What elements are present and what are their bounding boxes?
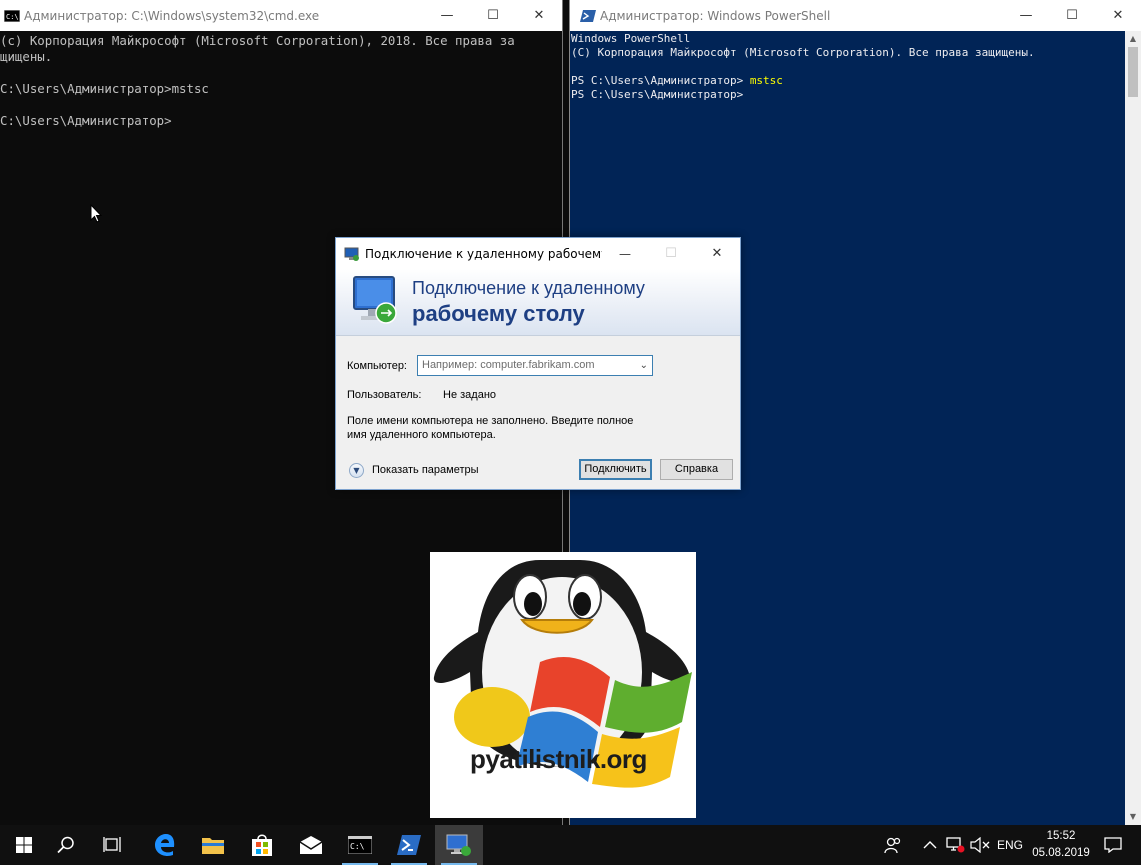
show-options-link[interactable]: Показать параметры bbox=[372, 464, 479, 476]
rdp-banner-line1: Подключение к удаленному bbox=[412, 278, 645, 298]
mouse-cursor-icon bbox=[90, 204, 102, 223]
powershell-taskbar-button[interactable] bbox=[385, 825, 433, 865]
cmd-close-button[interactable]: ✕ bbox=[516, 0, 562, 31]
remote-desktop-dialog[interactable]: Подключение к удаленному рабочему с... —… bbox=[335, 237, 741, 490]
scroll-up-icon[interactable]: ▲ bbox=[1125, 31, 1141, 47]
volume-muted-icon bbox=[970, 837, 990, 853]
user-value: Не задано bbox=[443, 389, 497, 401]
cmd-line: C:\Users\Администратор> bbox=[0, 113, 172, 128]
chevron-up-icon bbox=[923, 841, 937, 849]
help-button[interactable]: Справка bbox=[660, 459, 733, 480]
powershell-maximize-button[interactable]: ☐ bbox=[1049, 0, 1095, 31]
cmd-line: щищены. bbox=[0, 49, 53, 64]
volume-button[interactable] bbox=[970, 825, 990, 865]
powershell-titlebar[interactable]: Администратор: Windows PowerShell — ☐ ✕ bbox=[570, 0, 1141, 31]
clock-time: 15:52 bbox=[1046, 830, 1076, 842]
rdp-monitor-icon bbox=[353, 276, 397, 324]
network-icon bbox=[946, 837, 965, 853]
connect-button[interactable]: Подключить bbox=[579, 459, 652, 480]
rdp-banner: Подключение к удаленному рабочему столу bbox=[336, 269, 740, 336]
ps-prompt: PS C:\Users\Администратор> bbox=[571, 74, 750, 87]
rdp-title: Подключение к удаленному рабочему с... bbox=[365, 246, 602, 261]
cmd-line bbox=[0, 97, 550, 113]
ps-line bbox=[571, 60, 1125, 74]
search-button[interactable] bbox=[42, 825, 90, 865]
language-indicator[interactable]: ENG bbox=[997, 825, 1023, 865]
cmd-icon: C:\ bbox=[348, 836, 372, 854]
powershell-title: Администратор: Windows PowerShell bbox=[600, 8, 831, 23]
cmd-line bbox=[0, 65, 550, 81]
ps-line: PS C:\Users\Администратор> bbox=[571, 88, 744, 101]
store-icon bbox=[252, 834, 272, 856]
powershell-icon bbox=[397, 835, 421, 855]
scroll-thumb[interactable] bbox=[1128, 47, 1138, 97]
mail-icon bbox=[299, 836, 323, 854]
powershell-scrollbar[interactable]: ▲ ▼ bbox=[1125, 31, 1141, 825]
start-icon bbox=[16, 837, 32, 853]
cmd-minimize-button[interactable]: — bbox=[424, 0, 470, 31]
chevron-down-icon[interactable]: ⌄ bbox=[640, 356, 648, 375]
file-explorer-icon bbox=[202, 838, 224, 854]
rdp-banner-line2: рабочему столу bbox=[412, 301, 585, 326]
powershell-minimize-button[interactable]: — bbox=[1003, 0, 1049, 31]
file-explorer-button[interactable] bbox=[189, 825, 237, 865]
rdp-titlebar[interactable]: Подключение к удаленному рабочему с... —… bbox=[336, 238, 740, 269]
scroll-down-icon[interactable]: ▼ bbox=[1125, 809, 1141, 825]
clock[interactable]: 15:52 05.08.2019 bbox=[1028, 828, 1094, 862]
cmd-titlebar[interactable]: C:\ Администратор: C:\Windows\system32\c… bbox=[0, 0, 562, 31]
remote-desktop-icon bbox=[344, 247, 359, 261]
powershell-icon bbox=[580, 9, 596, 22]
network-button[interactable] bbox=[945, 825, 965, 865]
taskbar: C:\ ENG 15:52 05.08.2019 bbox=[0, 825, 1141, 865]
ps-line: (C) Корпорация Майкрософт (Microsoft Cor… bbox=[571, 46, 1035, 59]
show-options-chevron-icon[interactable]: ▼ bbox=[349, 463, 364, 478]
ps-line: Windows PowerShell bbox=[571, 32, 691, 45]
pyatilistnik-logo: pyatilistnik.org bbox=[430, 552, 696, 818]
start-button[interactable] bbox=[0, 825, 48, 865]
powershell-close-button[interactable]: ✕ bbox=[1095, 0, 1141, 31]
rdp-maximize-button: ☐ bbox=[665, 246, 677, 261]
rdp-minimize-button[interactable]: — bbox=[602, 238, 648, 269]
cmd-line: (c) Корпорация Майкрософт (Microsoft Cor… bbox=[0, 33, 515, 48]
task-view-icon bbox=[103, 837, 121, 852]
clock-date: 05.08.2019 bbox=[1032, 847, 1090, 859]
ps-line: PS C:\Users\Администратор> mstsc bbox=[571, 74, 1125, 88]
penguin-logo-icon bbox=[433, 560, 692, 788]
store-button[interactable] bbox=[238, 825, 286, 865]
computer-combobox[interactable]: Например: computer.fabrikam.com ⌄ bbox=[417, 355, 653, 376]
message-line1: Поле имени компьютера не заполнено. Введ… bbox=[347, 415, 634, 427]
cmd-maximize-button[interactable]: ☐ bbox=[470, 0, 516, 31]
action-center-icon bbox=[1104, 837, 1122, 853]
edge-button[interactable] bbox=[141, 825, 189, 865]
user-label: Пользователь: bbox=[347, 389, 422, 401]
show-hidden-icons-button[interactable] bbox=[923, 825, 937, 865]
svg-text:C:\: C:\ bbox=[350, 842, 365, 851]
logo-text: pyatilistnik.org bbox=[470, 744, 647, 774]
mail-button[interactable] bbox=[287, 825, 335, 865]
svg-text:C:\: C:\ bbox=[6, 13, 19, 21]
people-icon bbox=[884, 837, 901, 854]
search-icon bbox=[57, 836, 74, 854]
cmd-icon: C:\ bbox=[4, 9, 20, 22]
edge-icon bbox=[155, 834, 175, 856]
task-view-button[interactable] bbox=[89, 825, 137, 865]
rdp-close-button[interactable]: ✕ bbox=[694, 238, 740, 269]
remote-desktop-icon bbox=[446, 834, 471, 856]
computer-label: Компьютер: bbox=[347, 360, 407, 372]
people-button[interactable] bbox=[884, 825, 902, 865]
cmd-taskbar-button[interactable]: C:\ bbox=[336, 825, 384, 865]
message-line2: имя удаленного компьютера. bbox=[347, 429, 496, 441]
cmd-title: Администратор: C:\Windows\system32\cmd.e… bbox=[24, 8, 320, 23]
action-center-button[interactable] bbox=[1104, 825, 1122, 865]
ps-command: mstsc bbox=[749, 74, 783, 87]
cmd-line: C:\Users\Администратор>mstsc bbox=[0, 81, 209, 96]
remote-desktop-taskbar-button[interactable] bbox=[435, 825, 483, 865]
computer-placeholder: Например: computer.fabrikam.com bbox=[422, 359, 595, 371]
